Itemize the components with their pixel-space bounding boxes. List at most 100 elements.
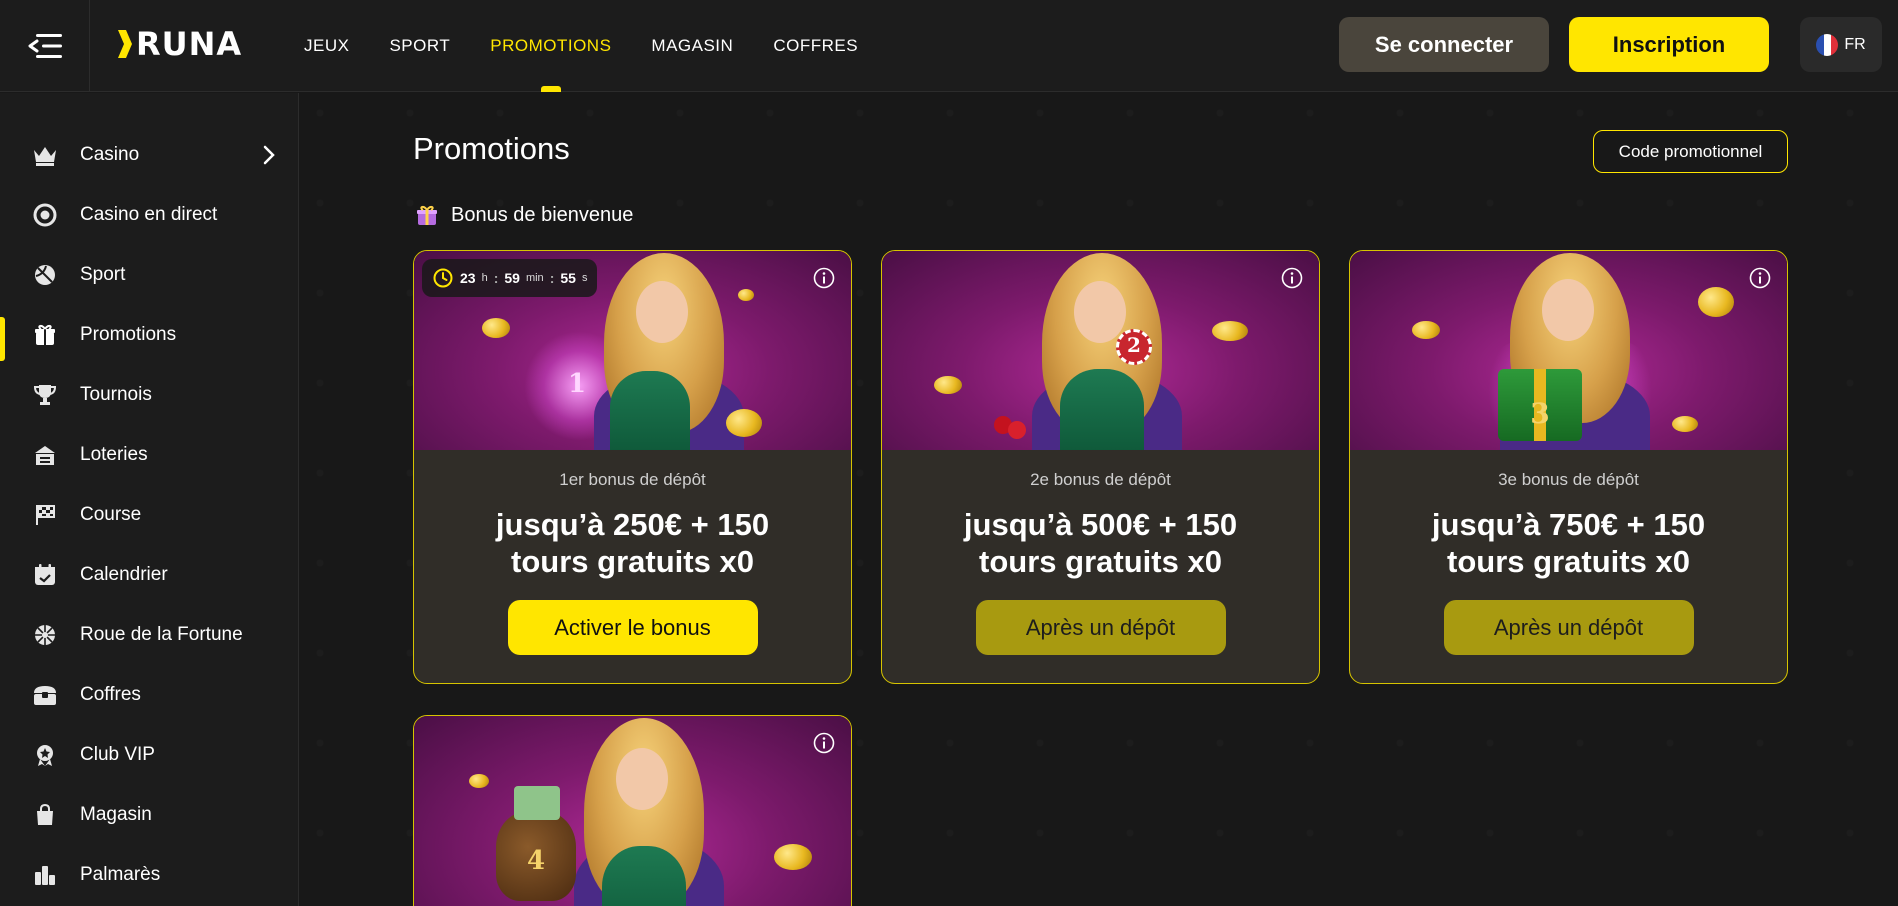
sidebar: Casino Casino en direct Sport Promotions… — [0, 93, 299, 906]
nav-item-jeux[interactable]: JEUX — [304, 0, 349, 92]
timer-separator: : — [549, 270, 555, 286]
bonus-card-title-line1: jusqu’à 750€ + 150 — [1431, 507, 1706, 542]
gold-coin — [1698, 287, 1734, 317]
timer-seconds-unit: s — [581, 272, 588, 284]
sidebar-item-promotions[interactable]: Promotions — [0, 309, 299, 361]
register-button[interactable]: Inscription — [1569, 17, 1769, 72]
race-flag-icon — [30, 500, 60, 530]
sidebar-item-label: Casino en direct — [80, 204, 218, 225]
timer-hours-unit: h — [481, 272, 488, 284]
runa-logo[interactable]: RUNA — [118, 25, 243, 63]
sidebar-item-vip-club[interactable]: Club VIP — [0, 729, 299, 781]
login-button[interactable]: Se connecter — [1339, 17, 1549, 72]
bonus-card-subtitle: 3e bonus de dépôt — [1498, 470, 1639, 489]
calendar-icon — [30, 560, 60, 590]
bonus-card-1: 1 23 h : 59 min : 55 s 1er bonus de dépôt j… — [413, 250, 852, 684]
character-dress — [1060, 369, 1144, 450]
top-header: RUNA JEUX SPORT PROMOTIONS MAGASIN COFFR… — [0, 0, 1898, 92]
language-code: FR — [1844, 35, 1866, 53]
promo-code-button[interactable]: Code promotionnel — [1593, 130, 1788, 173]
sidebar-item-chests[interactable]: Coffres — [0, 669, 299, 721]
trophy-icon — [30, 380, 60, 410]
bonus-card-title-line2: tours gratuits x0 — [979, 544, 1222, 579]
character-face — [636, 281, 688, 343]
sidebar-item-label: Roue de la Fortune — [80, 624, 243, 645]
live-chip-icon — [30, 200, 60, 230]
info-icon[interactable] — [813, 267, 835, 289]
character-face — [616, 748, 668, 810]
cherry — [1008, 421, 1026, 439]
sidebar-toggle-button[interactable] — [0, 0, 90, 92]
vip-badge-icon — [30, 740, 60, 770]
timer-minutes: 59 — [504, 270, 520, 286]
bonus-number-badge: 1 — [567, 369, 587, 399]
crown-icon — [30, 140, 60, 170]
bonus-card-2: 2 2e bonus de dépôt jusqu’à 500€ + 150 t… — [881, 250, 1320, 684]
sidebar-item-label: Calendrier — [80, 564, 168, 585]
timer-seconds: 55 — [560, 270, 576, 286]
sidebar-item-label: Club VIP — [80, 744, 155, 765]
bonus-card-subtitle: 1er bonus de dépôt — [559, 470, 706, 489]
language-selector[interactable]: FR — [1800, 17, 1882, 72]
logo-text: RUNA — [136, 25, 243, 63]
sidebar-item-label: Coffres — [80, 684, 141, 705]
sidebar-item-shop[interactable]: Magasin — [0, 789, 299, 841]
countdown-timer: 23 h : 59 min : 55 s — [422, 259, 598, 297]
sidebar-item-wheel-of-fortune[interactable]: Roue de la Fortune — [0, 609, 299, 661]
gold-coin — [469, 774, 489, 788]
after-deposit-button[interactable]: Après un dépôt — [975, 600, 1226, 655]
sidebar-item-label: Tournois — [80, 384, 152, 405]
info-icon[interactable] — [813, 732, 835, 754]
sidebar-item-leaderboard[interactable]: Palmarès — [0, 849, 299, 901]
chest-icon — [30, 680, 60, 710]
bonus-card-title-line2: tours gratuits x0 — [511, 544, 754, 579]
main-content: Promotions Code promotionnel Bonus de bi… — [300, 93, 1898, 906]
gold-coin — [774, 844, 812, 870]
main-nav: JEUX SPORT PROMOTIONS MAGASIN COFFRES — [304, 0, 858, 92]
nav-item-promotions[interactable]: PROMOTIONS — [490, 0, 611, 92]
sidebar-item-label: Sport — [80, 264, 126, 285]
clock-icon — [433, 268, 453, 288]
timer-minutes-unit: min — [525, 272, 544, 284]
nav-item-sport[interactable]: SPORT — [389, 0, 450, 92]
after-deposit-button[interactable]: Après un dépôt — [1443, 600, 1694, 655]
sidebar-item-race[interactable]: Course — [0, 489, 299, 541]
leaderboard-icon — [30, 860, 60, 890]
bonus-card-body: 2e bonus de dépôt jusqu’à 500€ + 150 tou… — [882, 450, 1319, 683]
sidebar-item-calendar[interactable]: Calendrier — [0, 549, 299, 601]
bonus-card-body: 3e bonus de dépôt jusqu’à 750€ + 150 tou… — [1350, 450, 1787, 683]
timer-hours: 23 — [460, 270, 476, 286]
sidebar-item-label: Loteries — [80, 444, 148, 465]
sidebar-item-casino[interactable]: Casino — [0, 129, 299, 181]
activate-bonus-button[interactable]: Activer le bonus — [507, 600, 758, 655]
sidebar-item-label: Promotions — [80, 324, 177, 345]
chevron-right-icon — [263, 145, 275, 165]
bonus-card-title-line2: tours gratuits x0 — [1447, 544, 1690, 579]
sidebar-item-sport[interactable]: Sport — [0, 249, 299, 301]
bonus-card-image: 4 — [414, 716, 851, 906]
bonus-number-badge: 4 — [526, 846, 546, 876]
gold-coin — [726, 409, 762, 437]
sidebar-item-tournaments[interactable]: Tournois — [0, 369, 299, 421]
bonus-number-badge: 3 — [1530, 397, 1550, 430]
bonus-number-badge: 2 — [1127, 333, 1141, 357]
timer-separator: : — [493, 270, 499, 286]
nav-item-coffres[interactable]: COFFRES — [773, 0, 858, 92]
sidebar-item-label: Casino — [80, 144, 140, 165]
ball-icon — [30, 260, 60, 290]
bonus-card-body: 1er bonus de dépôt jusqu’à 250€ + 150 to… — [414, 450, 851, 683]
gold-coin — [482, 318, 510, 338]
info-icon[interactable] — [1749, 267, 1771, 289]
lottery-icon — [30, 440, 60, 470]
section-title: Bonus de bienvenue — [451, 203, 634, 226]
nav-item-magasin[interactable]: MAGASIN — [651, 0, 733, 92]
info-icon[interactable] — [1281, 267, 1303, 289]
character-face — [1542, 279, 1594, 341]
sidebar-item-label: Course — [80, 504, 142, 525]
bonus-card-image: 1 23 h : 59 min : 55 s — [414, 251, 851, 450]
sidebar-item-lotteries[interactable]: Loteries — [0, 429, 299, 481]
shop-bag-icon — [30, 800, 60, 830]
character-dress — [610, 371, 690, 450]
bonus-card-image: 2 — [882, 251, 1319, 450]
sidebar-item-live-casino[interactable]: Casino en direct — [0, 189, 299, 241]
